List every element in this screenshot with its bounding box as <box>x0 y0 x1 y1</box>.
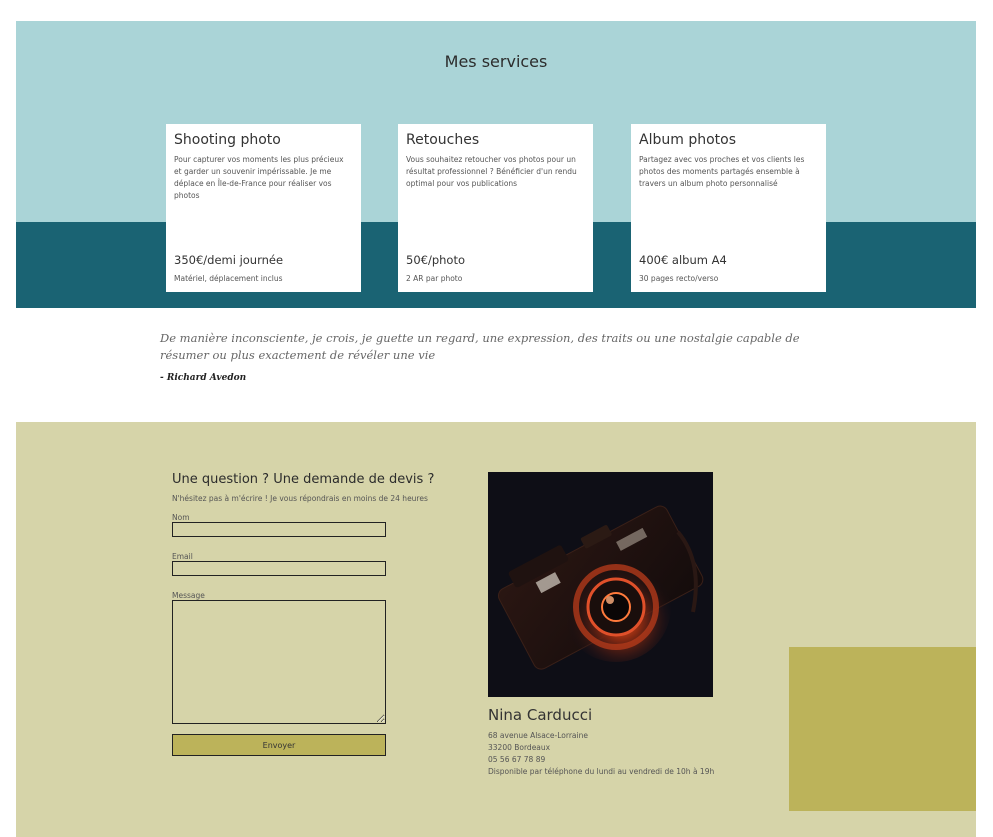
contact-subtitle: N'hésitez pas à m'écrire ! Je vous répon… <box>172 494 428 503</box>
service-card-description: Vous souhaitez retoucher vos photos pour… <box>406 155 577 188</box>
name-field[interactable] <box>172 522 386 537</box>
service-card-shooting: Shooting photo Pour capturer vos moments… <box>166 124 361 292</box>
quote-block: De manière inconsciente, je crois, je gu… <box>160 330 840 383</box>
service-card-price: 350€/demi journée <box>174 253 284 267</box>
message-field[interactable] <box>172 600 386 724</box>
quote-author: - Richard Avedon <box>160 373 247 383</box>
availability-line: Disponible par téléphone du lundi au ven… <box>488 767 715 776</box>
service-card-album: Album photos Partagez avec vos proches e… <box>631 124 826 292</box>
camera-photo <box>488 472 713 697</box>
service-card-title: Retouches <box>406 132 480 148</box>
services-title: Mes services <box>444 52 548 71</box>
phone-line: 05 56 67 78 89 <box>488 755 546 764</box>
service-card-price: 400€ album A4 <box>639 253 727 267</box>
decorative-accent-box <box>789 647 976 811</box>
service-card-note: 2 AR par photo <box>406 274 463 283</box>
name-label: Nom <box>172 513 190 522</box>
services-section: Mes services Shooting photo Pour capture… <box>16 21 976 308</box>
city-line: 33200 Bordeaux <box>488 743 551 752</box>
person-name: Nina Carducci <box>488 706 593 724</box>
service-card-description: Pour capturer vos moments les plus préci… <box>174 155 344 200</box>
contact-title: Une question ? Une demande de devis ? <box>172 472 435 487</box>
message-label: Message <box>172 591 205 600</box>
quote-text: De manière inconsciente, je crois, je gu… <box>160 331 800 362</box>
address-line: 68 avenue Alsace-Lorraine <box>488 731 588 740</box>
email-field[interactable] <box>172 561 386 576</box>
send-button[interactable]: Envoyer <box>172 734 386 756</box>
contact-info: Nina Carducci 68 avenue Alsace-Lorraine … <box>488 706 788 778</box>
service-card-price: 50€/photo <box>406 253 465 267</box>
service-card-description: Partagez avec vos proches et vos clients… <box>639 155 805 188</box>
service-card-title: Album photos <box>639 132 736 148</box>
service-card-retouches: Retouches Vous souhaitez retoucher vos p… <box>398 124 593 292</box>
service-card-title: Shooting photo <box>174 132 281 148</box>
contact-section: Une question ? Une demande de devis ? N'… <box>16 422 976 837</box>
camera-image <box>488 472 713 697</box>
email-label: Email <box>172 552 193 561</box>
service-card-note: Matériel, déplacement inclus <box>174 274 283 283</box>
service-card-note: 30 pages recto/verso <box>639 274 719 283</box>
contact-form: Une question ? Une demande de devis ? N'… <box>172 472 442 756</box>
